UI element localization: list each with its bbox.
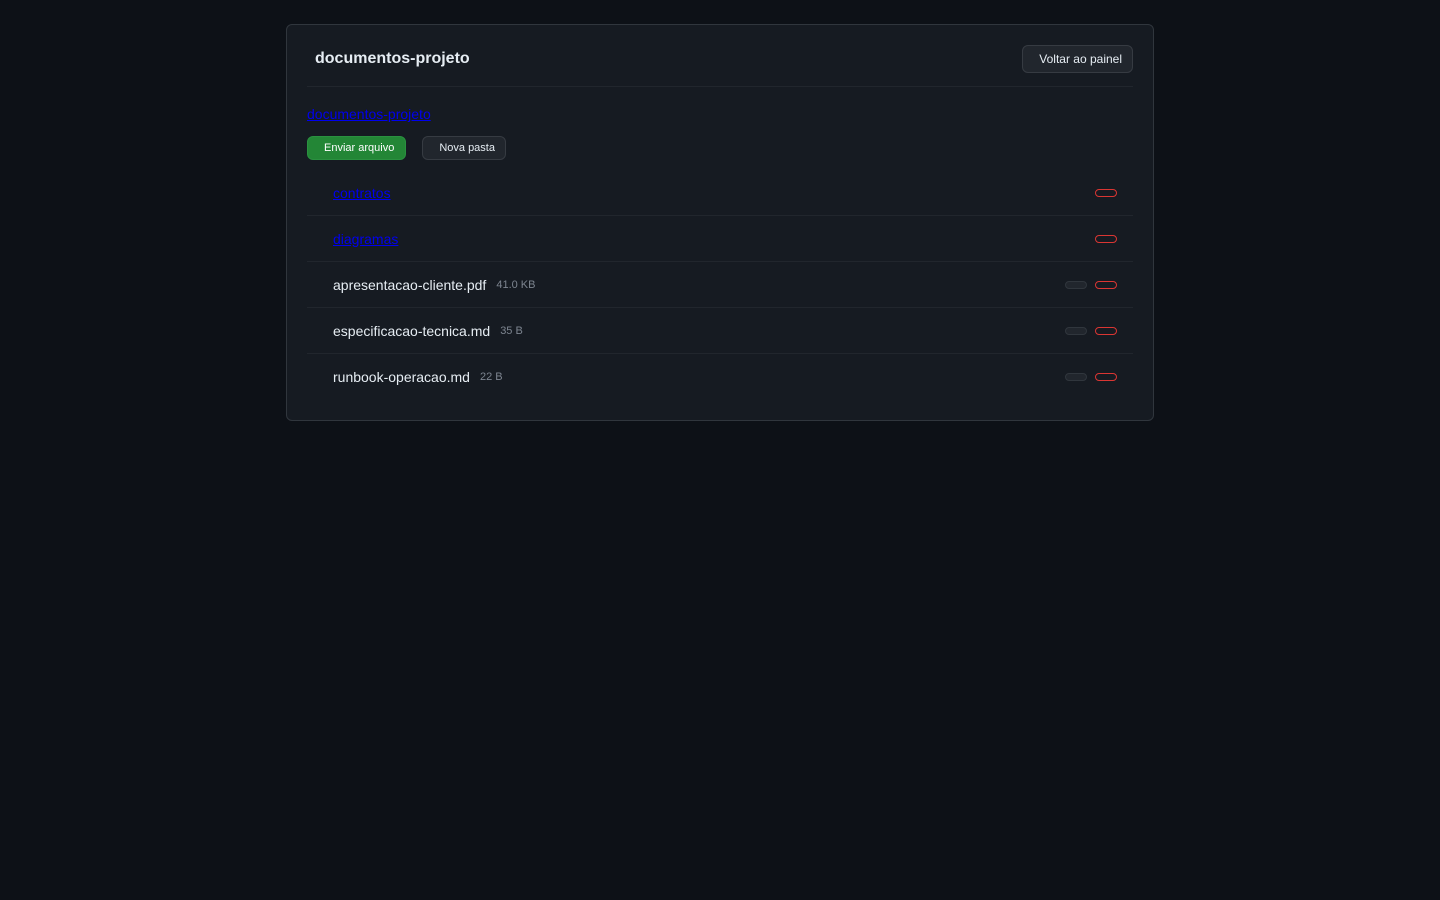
folder-link-contratos[interactable]: contratos <box>333 185 391 201</box>
file-name: especificacao-tecnica.md <box>333 322 491 339</box>
download-button[interactable] <box>1065 373 1087 381</box>
folder-link-diagramas[interactable]: diagramas <box>333 231 398 247</box>
file-list: contratos diagramas apresentacao-cliente… <box>307 170 1133 400</box>
download-button[interactable] <box>1065 280 1087 289</box>
file-size: 22 B <box>479 371 503 383</box>
row-actions <box>1095 188 1117 197</box>
file-size: 35 B <box>500 324 523 337</box>
file-row: apresentacao-cliente.pdf 41.0 KB <box>307 262 1133 308</box>
folder-row: diagramas <box>307 216 1133 262</box>
download-button[interactable] <box>1065 326 1087 335</box>
delete-button[interactable] <box>1095 234 1117 243</box>
delete-button[interactable] <box>1095 373 1117 381</box>
file-name: apresentacao-cliente.pdf <box>333 276 487 293</box>
row-actions <box>1065 326 1117 335</box>
delete-button[interactable] <box>1095 280 1117 289</box>
file-row: runbook-operacao.md 22 B <box>307 354 1133 400</box>
file-name: runbook-operacao.md <box>333 369 470 385</box>
page-title: documentos-projeto <box>315 50 470 67</box>
upload-file-button[interactable]: Enviar arquivo <box>307 136 407 160</box>
delete-button[interactable] <box>1095 326 1117 335</box>
folder-row: contratos <box>307 170 1133 216</box>
back-to-dashboard-button[interactable]: Voltar ao painel <box>1022 45 1133 73</box>
row-actions <box>1065 280 1117 289</box>
row-actions <box>1065 373 1117 381</box>
file-row: especificacao-tecnica.md 35 B <box>307 308 1133 354</box>
toolbar: Enviar arquivo Nova pasta <box>307 136 1133 160</box>
file-size: 41.0 KB <box>496 278 536 291</box>
new-folder-button[interactable]: Nova pasta <box>422 136 506 160</box>
row-actions <box>1095 234 1117 243</box>
delete-button[interactable] <box>1095 188 1117 197</box>
breadcrumb-link[interactable]: documentos-projeto <box>307 106 431 122</box>
panel-header: documentos-projeto Voltar ao painel <box>307 25 1133 87</box>
file-browser-panel: documentos-projeto Voltar ao painel docu… <box>286 24 1154 421</box>
